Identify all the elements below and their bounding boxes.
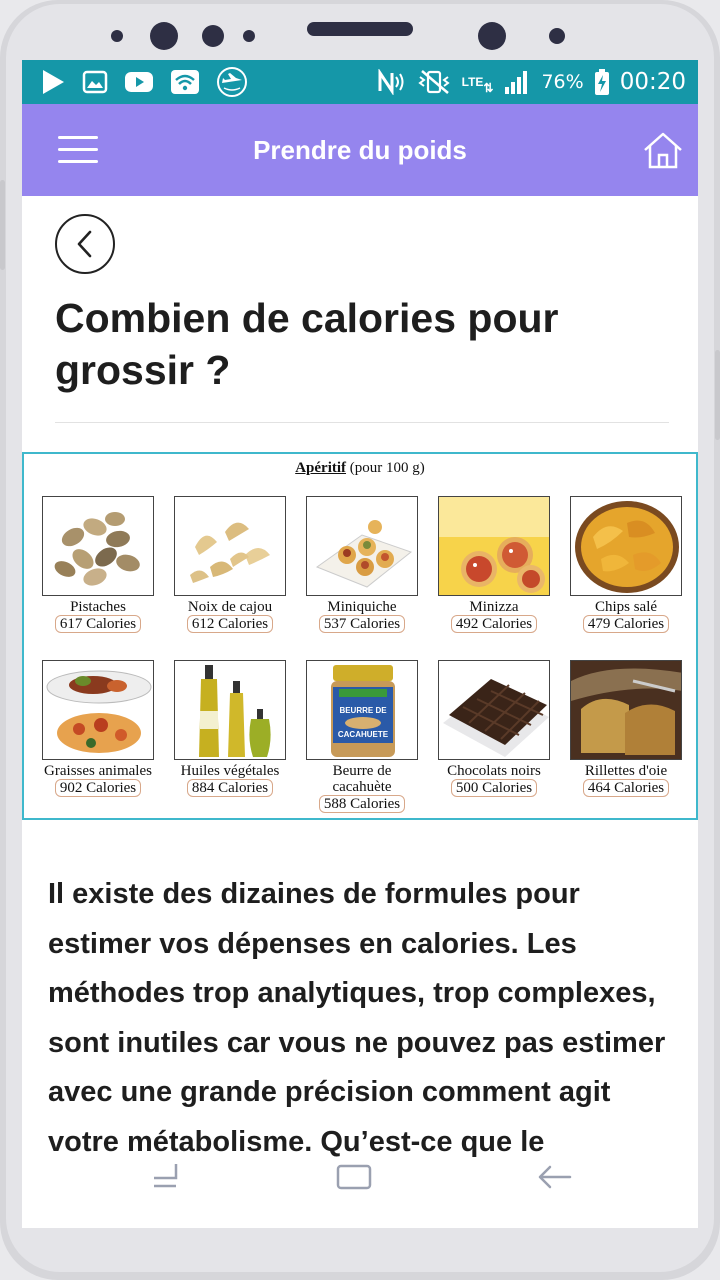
recent-apps-icon: [154, 1164, 178, 1188]
minizza-image: [438, 496, 550, 596]
sensor-dot: [243, 30, 255, 42]
food-item: Miniquiche 537 Calories: [296, 496, 428, 633]
back-button[interactable]: [55, 214, 115, 274]
front-camera: [150, 22, 178, 50]
animal-fats-image: [42, 660, 154, 760]
clock: 00:20: [619, 69, 686, 95]
battery-percent: 76%: [541, 71, 584, 93]
battery-charging-icon: [594, 68, 610, 96]
cashew-image: [174, 496, 286, 596]
sensor-dot: [111, 30, 123, 42]
app-bar-title: Prendre du poids: [253, 134, 467, 165]
chevron-left-icon: [77, 230, 92, 258]
page-title: Combien de calories pour grossir ?: [55, 295, 559, 393]
status-bar: LTE ⇅ 76% 00:20: [22, 60, 698, 104]
food-item: Chips salé 479 Calories: [560, 496, 692, 633]
svg-text:BEURRE DE: BEURRE DE: [339, 706, 387, 715]
goose-rillettes-image: [570, 660, 682, 760]
volume-button: [0, 180, 5, 270]
play-store-icon: [40, 68, 66, 96]
proximity-sensor: [478, 22, 506, 50]
svg-text:CACAHUETE: CACAHUETE: [338, 730, 389, 739]
food-item: Rillettes d'oie 464 Calories: [560, 660, 692, 797]
hamburger-icon: [58, 136, 98, 139]
app-bar: Prendre du poids: [22, 104, 698, 196]
airplane-app-icon: [216, 66, 248, 98]
menu-button[interactable]: [58, 134, 100, 164]
signal-icon: [503, 68, 531, 96]
sensor-dot: [202, 25, 224, 47]
wifi-hotspot-icon: [170, 69, 200, 95]
divider: [55, 422, 669, 423]
home-icon: [644, 132, 682, 169]
food-item: Graisses animales 902 Calories: [32, 660, 164, 797]
sensor-dot: [549, 28, 565, 44]
recent-apps-button[interactable]: [148, 1160, 182, 1198]
back-arrow-icon: [538, 1165, 572, 1189]
chips-image: [570, 496, 682, 596]
food-item: Huiles végétales 884 Calories: [164, 660, 296, 797]
pistachio-image: [42, 496, 154, 596]
earpiece-speaker: [307, 22, 413, 36]
food-item: Minizza 492 Calories: [428, 496, 560, 633]
youtube-icon: [124, 71, 154, 93]
dark-chocolate-image: [438, 660, 550, 760]
miniquiche-image: [306, 496, 418, 596]
food-item: BEURRE DE CACAHUETE Beurre de cacahuète …: [296, 660, 428, 813]
peanut-butter-image: BEURRE DE CACAHUETE: [306, 660, 418, 760]
figure-title: Apéritif (pour 100 g): [295, 460, 425, 476]
home-square-icon: [336, 1164, 372, 1190]
lte-icon: LTE ⇅: [461, 75, 494, 95]
food-item: Pistaches 617 Calories: [32, 496, 164, 633]
nfc-icon: [376, 69, 406, 95]
food-item: Chocolats noirs 500 Calories: [428, 660, 560, 797]
vegetable-oils-image: [174, 660, 286, 760]
gallery-icon: [82, 70, 108, 94]
calorie-figure: Apéritif (pour 100 g) Pistaches 617 Calo…: [22, 452, 698, 820]
home-button[interactable]: [642, 130, 684, 170]
food-item: Noix de cajou 612 Calories: [164, 496, 296, 633]
power-button: [715, 350, 720, 440]
vibrate-icon: [416, 69, 452, 95]
screen: LTE ⇅ 76% 00:20 Prendre du poids Combien…: [22, 60, 698, 1228]
article-body: Il existe des dizaines de formules pour …: [48, 878, 666, 1158]
home-nav-button[interactable]: [334, 1160, 374, 1198]
back-nav-button[interactable]: [534, 1160, 574, 1198]
